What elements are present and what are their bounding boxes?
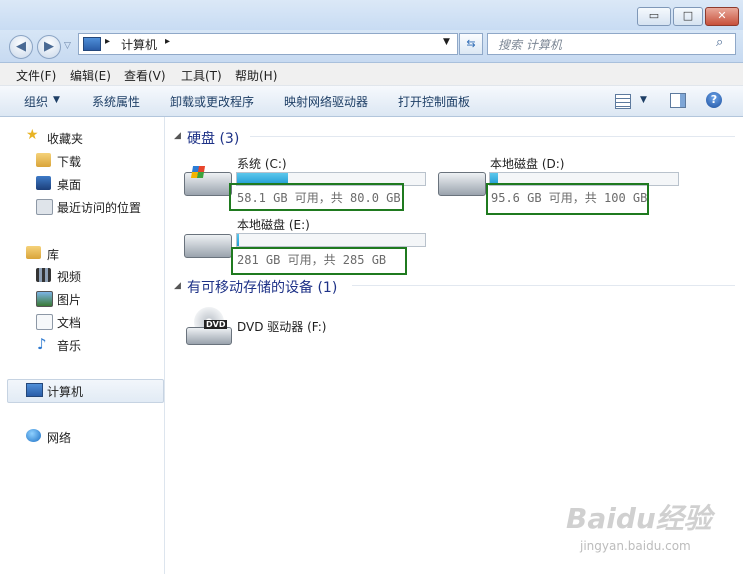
open-control-panel-button[interactable]: 打开控制面板: [398, 93, 470, 110]
group-title-hard-disks[interactable]: 硬盘 (3): [187, 128, 239, 148]
menu-tools[interactable]: 工具(T): [181, 67, 222, 84]
menu-help[interactable]: 帮助(H): [235, 67, 277, 84]
refresh-button[interactable]: ⇆: [459, 33, 483, 55]
search-box[interactable]: 搜索 计算机 ⌕: [487, 33, 736, 55]
close-button[interactable]: ✕: [705, 7, 739, 26]
sidebar-item-network[interactable]: 网络: [47, 429, 71, 446]
drive-c-free-space: 58.1 GB 可用，共 80.0 GB: [237, 191, 401, 205]
downloads-folder-icon: [36, 153, 51, 167]
dvd-tray-icon: [186, 327, 232, 345]
sidebar-item-recent-places[interactable]: 最近访问的位置: [57, 199, 141, 216]
sidebar-item-desktop[interactable]: 桌面: [57, 176, 81, 193]
organize-dropdown-icon[interactable]: ▼: [53, 95, 60, 105]
drive-d-free-space: 95.6 GB 可用，共 100 GB: [491, 191, 648, 205]
drive-e-name[interactable]: 本地磁盘 (E:): [237, 216, 310, 233]
music-note-icon: ♪: [37, 335, 47, 353]
collapse-arrow-icon[interactable]: ◢: [174, 281, 181, 291]
star-icon: ★: [26, 127, 39, 143]
drive-e-free-space: 281 GB 可用，共 285 GB: [237, 253, 387, 267]
address-bar[interactable]: ▸ 计算机 ▸ ▼: [78, 33, 458, 55]
dvd-drive-name[interactable]: DVD 驱动器 (F:): [237, 318, 327, 335]
menu-view[interactable]: 查看(V): [124, 67, 166, 84]
library-folder-icon: [26, 246, 41, 259]
menu-bar: [0, 63, 743, 86]
organize-button[interactable]: 组织: [24, 93, 48, 110]
sidebar-item-videos[interactable]: 视频: [57, 268, 81, 285]
drive-e-usage-bar: [236, 233, 426, 247]
sidebar-item-computer[interactable]: 计算机: [47, 383, 83, 400]
sidebar-item-pictures[interactable]: 图片: [57, 291, 81, 308]
preview-pane-icon[interactable]: [670, 93, 686, 108]
title-bar: [0, 0, 743, 30]
breadcrumb-separator-icon[interactable]: ▸: [105, 36, 110, 47]
address-dropdown-icon[interactable]: ▼: [443, 37, 450, 47]
uninstall-program-button[interactable]: 卸载或更改程序: [170, 93, 254, 110]
hard-disk-icon: [438, 172, 486, 196]
search-placeholder: 搜索 计算机: [498, 38, 562, 52]
change-view-icon[interactable]: [615, 94, 631, 109]
breadcrumb-separator-icon[interactable]: ▸: [165, 36, 170, 47]
windows-logo-icon: [190, 166, 206, 178]
computer-icon: [26, 383, 43, 397]
forward-button[interactable]: ▶: [37, 35, 61, 59]
dvd-drive-icon[interactable]: DVD: [186, 307, 232, 345]
drive-e-usage-fill: [237, 234, 239, 246]
sidebar-header-favorites[interactable]: 收藏夹: [47, 130, 83, 147]
recent-places-icon: [36, 199, 53, 215]
map-network-drive-button[interactable]: 映射网络驱动器: [284, 93, 368, 110]
videos-icon: [36, 268, 51, 282]
view-dropdown-icon[interactable]: ▼: [640, 95, 647, 105]
dvd-logo-label: DVD: [204, 320, 228, 329]
hard-disk-icon: [184, 234, 232, 258]
menu-file[interactable]: 文件(F): [16, 67, 56, 84]
drive-d-name[interactable]: 本地磁盘 (D:): [490, 155, 564, 172]
maximize-button[interactable]: □: [673, 7, 703, 26]
network-icon: [26, 429, 41, 442]
menu-edit[interactable]: 编辑(E): [70, 67, 111, 84]
sidebar-item-music[interactable]: 音乐: [57, 337, 81, 354]
group-divider: [352, 285, 735, 286]
search-icon[interactable]: ⌕: [716, 35, 723, 50]
sidebar-header-libraries[interactable]: 库: [47, 246, 59, 263]
collapse-arrow-icon[interactable]: ◢: [174, 131, 181, 141]
navigation-pane: [0, 117, 165, 574]
minimize-button[interactable]: ▭: [637, 7, 671, 26]
sidebar-item-downloads[interactable]: 下载: [57, 153, 81, 170]
pictures-icon: [36, 291, 53, 307]
group-title-removable[interactable]: 有可移动存储的设备 (1): [187, 277, 337, 297]
breadcrumb-computer[interactable]: 计算机: [121, 36, 157, 53]
system-properties-button[interactable]: 系统属性: [92, 93, 140, 110]
watermark-brand: Baidu经验: [566, 502, 712, 535]
help-icon[interactable]: ?: [706, 92, 722, 108]
computer-icon: [83, 37, 101, 51]
group-divider: [250, 136, 735, 137]
back-button[interactable]: ◀: [9, 35, 33, 59]
drive-c-name[interactable]: 系统 (C:): [237, 155, 287, 172]
watermark-url: jingyan.baidu.com: [580, 539, 691, 553]
documents-icon: [36, 314, 53, 330]
desktop-icon: [36, 176, 51, 190]
recent-pages-dropdown-icon[interactable]: ▽: [64, 41, 71, 51]
sidebar-item-documents[interactable]: 文档: [57, 314, 81, 331]
